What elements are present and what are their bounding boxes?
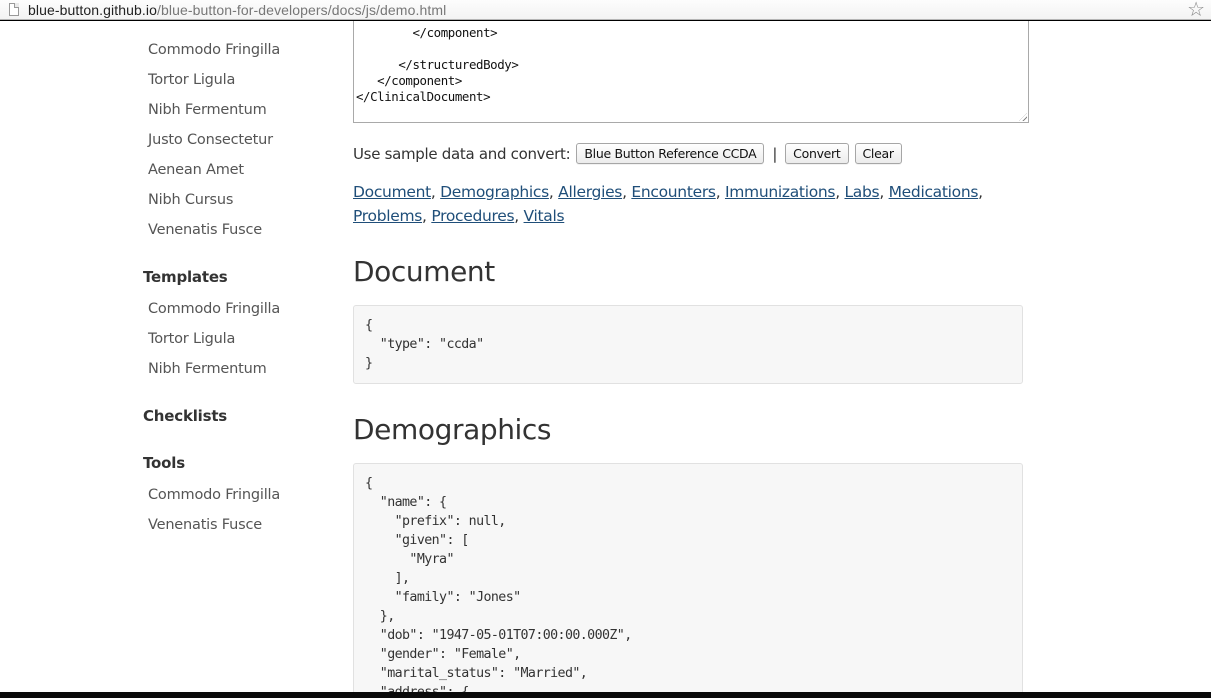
- section-title-demographics: Demographics: [353, 413, 552, 446]
- url-text[interactable]: blue-button.github.io/blue-button-for-de…: [28, 2, 446, 18]
- address-bar[interactable]: blue-button.github.io/blue-button-for-de…: [0, 0, 1211, 21]
- convert-button[interactable]: Convert: [785, 143, 849, 164]
- section-links: Document, Demographics, Allergies, Encou…: [353, 180, 1013, 228]
- link-separator: ,: [715, 183, 725, 201]
- sidebar-item[interactable]: Commodo Fringilla: [148, 487, 280, 503]
- sidebar-item[interactable]: Nibh Fermentum: [148, 102, 267, 118]
- sidebar-heading-templates[interactable]: Templates: [143, 268, 228, 286]
- sidebar-heading-checklists[interactable]: Checklists: [143, 407, 227, 425]
- clear-button[interactable]: Clear: [854, 143, 902, 164]
- ccda-xml-textarea[interactable]: </component> </structuredBody> </compone…: [353, 21, 1029, 123]
- link-document[interactable]: Document: [353, 183, 431, 201]
- link-separator: ,: [622, 183, 632, 201]
- link-separator: ,: [879, 183, 889, 201]
- sidebar-item[interactable]: Venenatis Fusce: [148, 517, 262, 533]
- window-bottom-edge: [0, 692, 1211, 698]
- sidebar-item[interactable]: Justo Consectetur: [148, 132, 273, 148]
- link-allergies[interactable]: Allergies: [558, 183, 622, 201]
- link-problems[interactable]: Problems: [353, 207, 422, 225]
- section-title-document: Document: [353, 255, 495, 288]
- sidebar-item[interactable]: Aenean Amet: [148, 162, 244, 178]
- separator: |: [772, 144, 778, 163]
- link-separator: ,: [430, 183, 441, 201]
- sidebar-item[interactable]: Tortor Ligula: [148, 72, 235, 88]
- url-host: blue-button.github.io: [28, 1, 157, 18]
- link-separator: ,: [514, 207, 524, 225]
- sidebar-item[interactable]: Commodo Fringilla: [148, 42, 280, 58]
- sample-ccda-button[interactable]: Blue Button Reference CCDA: [576, 143, 765, 164]
- sidebar-item[interactable]: Nibh Cursus: [148, 192, 233, 208]
- sidebar-item[interactable]: Commodo Fringilla: [148, 301, 280, 317]
- link-vitals[interactable]: Vitals: [524, 207, 565, 225]
- link-encounters[interactable]: Encounters: [631, 183, 716, 201]
- link-separator: ,: [548, 183, 559, 201]
- document-json-output: { "type": "ccda" }: [353, 305, 1023, 384]
- sidebar-item[interactable]: Nibh Fermentum: [148, 361, 267, 377]
- sidebar-item[interactable]: Tortor Ligula: [148, 331, 235, 347]
- url-path: /blue-button-for-developers/docs/js/demo…: [156, 1, 447, 18]
- page-icon: [9, 3, 19, 16]
- sidebar-heading-tools[interactable]: Tools: [143, 454, 185, 472]
- link-procedures[interactable]: Procedures: [431, 207, 514, 225]
- star-icon[interactable]: ☆: [1187, 0, 1205, 21]
- link-demographics[interactable]: Demographics: [440, 183, 549, 201]
- sample-data-label: Use sample data and convert:: [353, 144, 571, 163]
- link-immunizations[interactable]: Immunizations: [725, 183, 836, 201]
- sidebar-item[interactable]: Venenatis Fusce: [148, 222, 262, 238]
- link-separator: ,: [422, 207, 432, 225]
- convert-controls: Use sample data and convert: Blue Button…: [353, 143, 902, 164]
- link-separator: ,: [978, 183, 983, 201]
- link-medications[interactable]: Medications: [889, 183, 979, 201]
- demographics-json-output: { "name": { "prefix": null, "given": [ "…: [353, 463, 1023, 692]
- link-labs[interactable]: Labs: [844, 183, 879, 201]
- page-viewport: Commodo Fringilla Tortor Ligula Nibh Fer…: [0, 21, 1211, 692]
